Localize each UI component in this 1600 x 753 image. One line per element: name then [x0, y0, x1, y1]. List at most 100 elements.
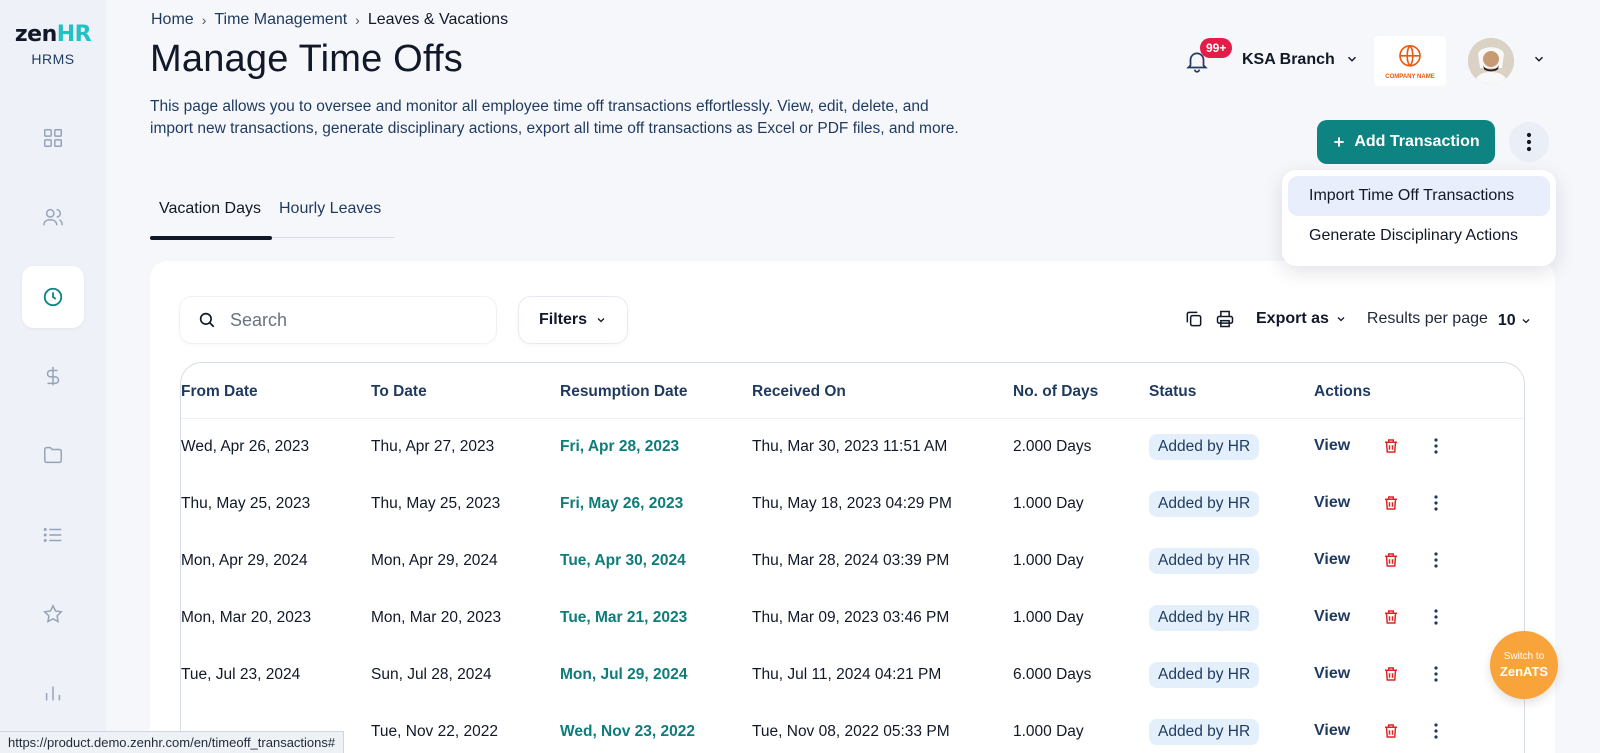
sidebar-item-payroll[interactable]	[22, 345, 84, 407]
results-per-page-select[interactable]: 10	[1498, 312, 1532, 330]
dashboard-icon	[44, 129, 62, 147]
dollar-icon	[46, 366, 60, 386]
view-link[interactable]: View	[1314, 608, 1350, 626]
table-row: Wed, Apr 26, 2023 Thu, Apr 27, 2023 Fri, A…	[181, 419, 1524, 477]
column-header-to-date[interactable]: To Date	[371, 383, 427, 401]
cell-days: 1.000 Day	[1013, 552, 1084, 569]
sidebar-item-performance[interactable]	[22, 583, 84, 645]
zenhr-logo[interactable]: zenHR HRMS	[0, 22, 106, 67]
transactions-card: Filters Export as Results per page 10 Fr…	[150, 261, 1555, 753]
chevron-down-icon	[1522, 319, 1530, 324]
trash-icon[interactable]	[1382, 665, 1400, 683]
cell-from-date: Wed, Apr 26, 2023	[181, 438, 310, 455]
search-icon	[199, 312, 215, 328]
column-header-received-on[interactable]: Received On	[752, 383, 846, 401]
menu-item-generate-disciplinary[interactable]: Generate Disciplinary Actions	[1288, 216, 1550, 256]
trash-icon[interactable]	[1382, 722, 1400, 740]
row-kebab-icon[interactable]	[1428, 437, 1444, 455]
notification-badge: 99+	[1200, 38, 1233, 58]
avatar[interactable]	[1468, 38, 1514, 84]
trash-icon[interactable]	[1382, 437, 1400, 455]
column-header-from-date[interactable]: From Date	[181, 383, 258, 401]
star-icon	[43, 604, 63, 623]
company-logo-text: COMPANY NAME	[1385, 74, 1435, 80]
transactions-table: From Date To Date Resumption Date Receiv…	[180, 362, 1525, 753]
cell-from-date: Mon, Mar 20, 2023	[181, 609, 312, 626]
sidebar-item-dashboard[interactable]	[22, 107, 84, 169]
chevron-down-icon[interactable]	[1532, 52, 1546, 66]
cell-to-date: Thu, Apr 27, 2023	[371, 438, 495, 455]
row-kebab-icon[interactable]	[1428, 551, 1444, 569]
sidebar-item-requests[interactable]	[22, 504, 84, 566]
breadcrumb-time-management[interactable]: Time Management	[214, 11, 347, 29]
cell-to-date: Sun, Jul 28, 2024	[371, 666, 492, 683]
search-input[interactable]	[230, 309, 470, 331]
table-row: Thu, May 25, 2023 Thu, May 25, 2023 Fri, M…	[181, 476, 1524, 534]
status-badge: Added by HR	[1149, 719, 1260, 745]
table-row: Mon, Apr 29, 2024 Mon, Apr 29, 2024 Tue, A…	[181, 533, 1524, 591]
filters-label: Filters	[538, 311, 587, 328]
view-link[interactable]: View	[1314, 437, 1350, 455]
switch-to-zenats-button[interactable]: Switch to ZenATS	[1490, 631, 1558, 699]
cell-resumption-date: Tue, Mar 21, 2023	[560, 609, 688, 626]
filters-button[interactable]: Filters	[519, 297, 627, 343]
menu-item-import-time-off[interactable]: Import Time Off Transactions	[1288, 176, 1550, 216]
trash-icon[interactable]	[1382, 551, 1400, 569]
trash-icon[interactable]	[1382, 608, 1400, 626]
view-link[interactable]: View	[1314, 722, 1350, 740]
people-icon	[43, 208, 63, 226]
row-kebab-icon[interactable]	[1428, 494, 1444, 512]
list-icon	[43, 528, 62, 542]
copy-icon[interactable]	[1184, 309, 1204, 329]
branch-selector[interactable]: KSA Branch	[1242, 51, 1335, 69]
folder-icon	[44, 446, 62, 464]
breadcrumb-home[interactable]: Home	[151, 11, 194, 29]
chart-icon	[45, 686, 61, 701]
cell-received-on: Thu, May 18, 2023 04:29 PM	[752, 495, 952, 512]
table-header: From Date To Date Resumption Date Receiv…	[181, 363, 1524, 419]
chevron-down-icon	[597, 318, 605, 323]
tab-hourly-leaves[interactable]: Hourly Leaves	[270, 196, 390, 242]
more-actions-button[interactable]	[1509, 122, 1549, 162]
column-header-days[interactable]: No. of Days	[1013, 383, 1098, 401]
trash-icon[interactable]	[1382, 494, 1400, 512]
breadcrumb-current: Leaves & Vacations	[367, 11, 509, 28]
cell-received-on: Thu, Mar 30, 2023 11:51 AM	[752, 438, 948, 455]
sidebar-item-employees[interactable]	[22, 186, 84, 248]
sidebar-item-time-management[interactable]	[22, 266, 84, 328]
results-per-page-value: 10	[1497, 312, 1516, 329]
view-link[interactable]: View	[1314, 551, 1350, 569]
sidebar-item-documents[interactable]	[22, 424, 84, 486]
chevron-down-icon[interactable]	[1345, 52, 1359, 66]
cell-days: 1.000 Day	[1013, 723, 1084, 740]
table-row: Tue, Nov 22, 2022 Wed, Nov 23, 2022 Tue, N…	[181, 704, 1524, 753]
sidebar-item-reports[interactable]	[22, 662, 84, 724]
status-badge: Added by HR	[1149, 434, 1260, 460]
cell-days: 1.000 Day	[1013, 609, 1084, 626]
cell-to-date: Thu, May 25, 2023	[371, 495, 501, 512]
cell-resumption-date: Mon, Jul 29, 2024	[560, 666, 688, 683]
logo-subtitle: HRMS	[31, 51, 75, 67]
page-title: Manage Time Offs	[150, 38, 463, 80]
status-badge: Added by HR	[1149, 605, 1260, 631]
zenats-label: ZenATS	[1499, 664, 1549, 679]
cell-resumption-date: Fri, May 26, 2023	[560, 495, 684, 512]
column-header-resumption-date[interactable]: Resumption Date	[560, 383, 687, 401]
cell-received-on: Thu, Mar 09, 2023 03:46 PM	[752, 609, 950, 626]
cell-received-on: Tue, Nov 08, 2022 05:33 PM	[752, 723, 950, 740]
results-per-page-label: Results per page	[1366, 310, 1488, 327]
column-header-status[interactable]: Status	[1149, 383, 1196, 401]
row-kebab-icon[interactable]	[1428, 722, 1444, 740]
chevron-right-icon: ›	[355, 12, 360, 28]
export-as-dropdown[interactable]: Export as	[1256, 310, 1347, 328]
view-link[interactable]: View	[1314, 494, 1350, 512]
export-as-label: Export as	[1256, 310, 1329, 327]
view-link[interactable]: View	[1314, 665, 1350, 683]
add-transaction-button[interactable]: Add Transaction	[1317, 120, 1495, 164]
chevron-down-icon	[1337, 317, 1345, 322]
row-kebab-icon[interactable]	[1428, 665, 1444, 683]
status-badge: Added by HR	[1149, 491, 1260, 517]
kebab-menu-icon	[1526, 132, 1532, 152]
print-icon[interactable]	[1215, 309, 1235, 329]
row-kebab-icon[interactable]	[1428, 608, 1444, 626]
